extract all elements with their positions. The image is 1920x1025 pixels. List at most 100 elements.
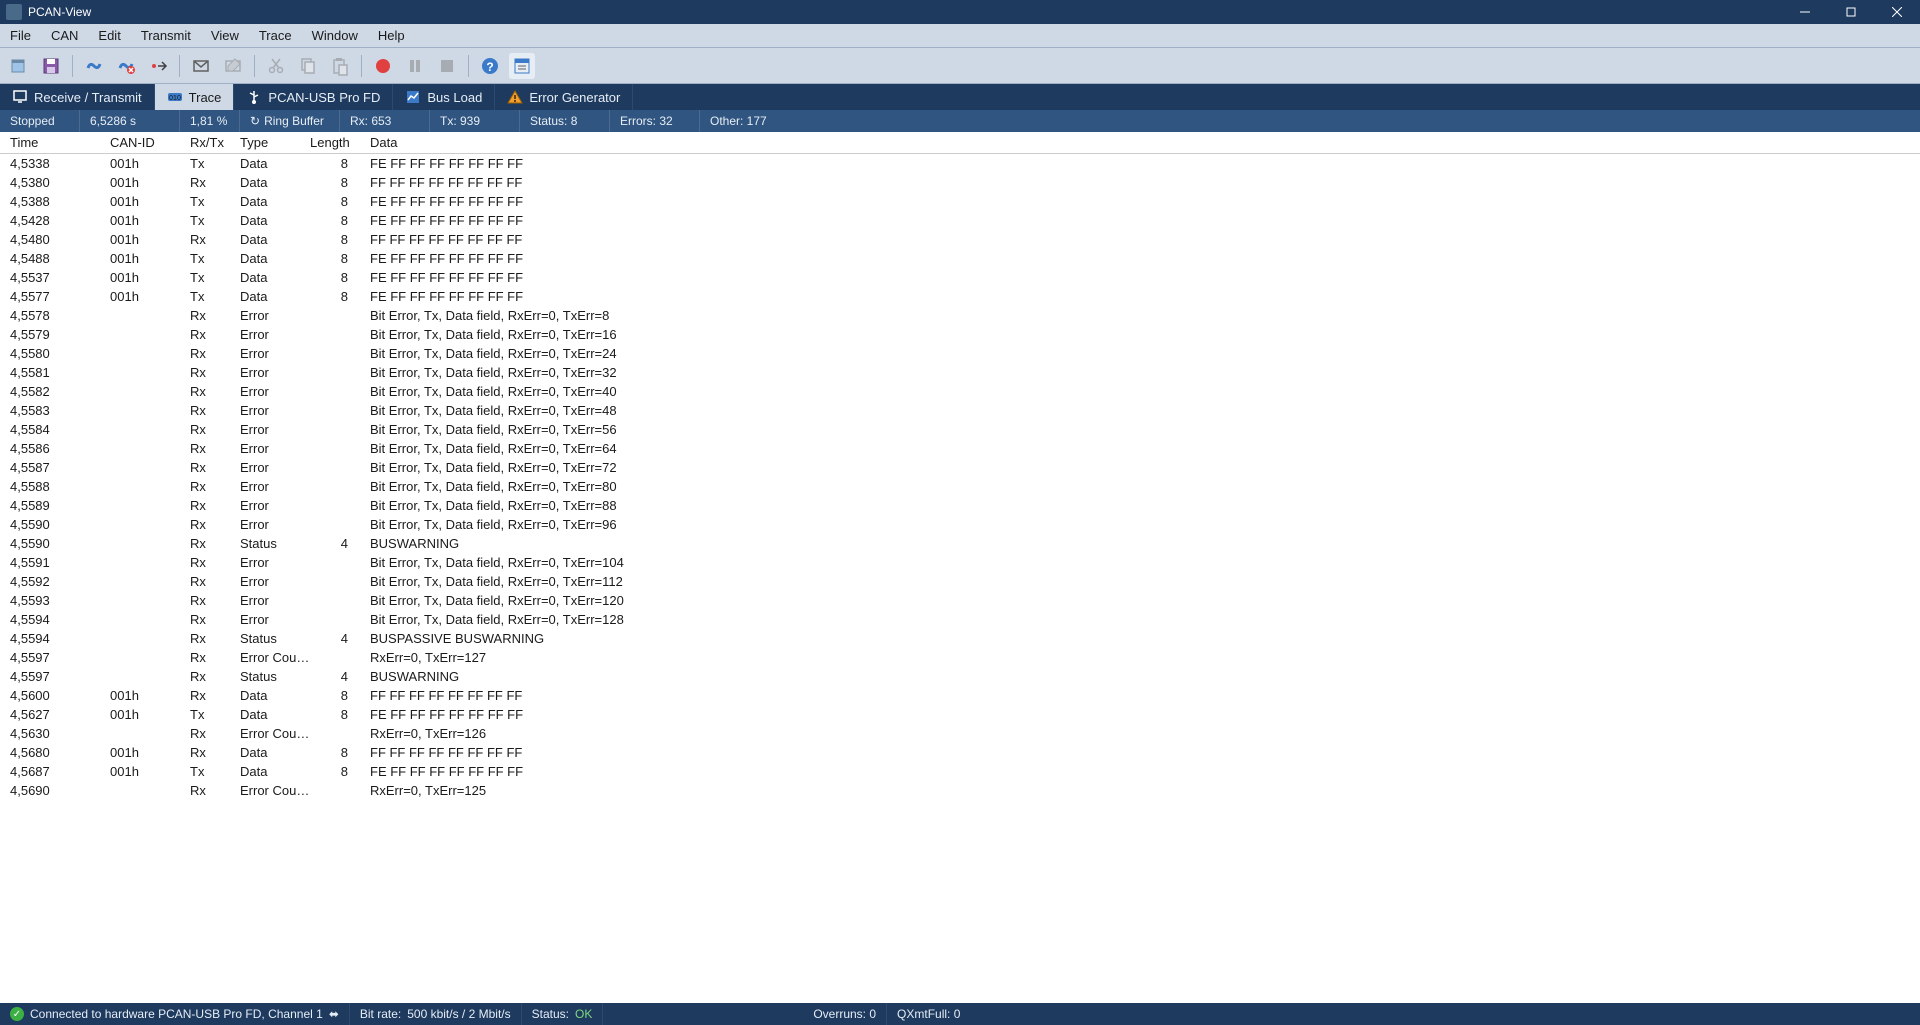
table-row[interactable]: 4,5588RxErrorBit Error, Tx, Data field, …	[0, 477, 1920, 496]
help-icon[interactable]: ?	[477, 53, 503, 79]
cell-rxtx: Tx	[180, 270, 230, 285]
col-rxtx[interactable]: Rx/Tx	[180, 135, 230, 150]
menu-transmit[interactable]: Transmit	[131, 24, 201, 47]
paste-icon[interactable]	[327, 53, 353, 79]
tab-bus-load[interactable]: Bus Load	[393, 84, 495, 110]
col-length[interactable]: Length	[310, 135, 360, 150]
edit-message-icon[interactable]	[220, 53, 246, 79]
cell-rxtx: Rx	[180, 536, 230, 551]
cell-type: Error	[230, 574, 310, 589]
menu-can[interactable]: CAN	[41, 24, 88, 47]
table-row[interactable]: 4,5577001hTxData8FE FF FF FF FF FF FF FF	[0, 287, 1920, 306]
cell-data: FE FF FF FF FF FF FF FF	[360, 194, 1920, 209]
table-row[interactable]: 4,5583RxErrorBit Error, Tx, Data field, …	[0, 401, 1920, 420]
tab-trace[interactable]: 010Trace	[155, 84, 235, 110]
cell-time: 4,5594	[0, 612, 100, 627]
table-row[interactable]: 4,5630RxError Coun…RxErr=0, TxErr=126	[0, 724, 1920, 743]
new-message-icon[interactable]	[188, 53, 214, 79]
cell-data: RxErr=0, TxErr=127	[360, 650, 1920, 665]
table-row[interactable]: 4,5589RxErrorBit Error, Tx, Data field, …	[0, 496, 1920, 515]
table-row[interactable]: 4,5488001hTxData8FE FF FF FF FF FF FF FF	[0, 249, 1920, 268]
close-button[interactable]	[1874, 0, 1920, 24]
table-row[interactable]: 4,5687001hTxData8FE FF FF FF FF FF FF FF	[0, 762, 1920, 781]
table-row[interactable]: 4,5582RxErrorBit Error, Tx, Data field, …	[0, 382, 1920, 401]
table-row[interactable]: 4,5591RxErrorBit Error, Tx, Data field, …	[0, 553, 1920, 572]
table-row[interactable]: 4,5537001hTxData8FE FF FF FF FF FF FF FF	[0, 268, 1920, 287]
overruns-status: Overruns: 0	[803, 1003, 887, 1025]
trace-state: Stopped	[0, 110, 80, 132]
pause-icon[interactable]	[402, 53, 428, 79]
table-row[interactable]: 4,5690RxError Coun…RxErr=0, TxErr=125	[0, 781, 1920, 800]
cell-time: 4,5690	[0, 783, 100, 798]
table-row[interactable]: 4,5578RxErrorBit Error, Tx, Data field, …	[0, 306, 1920, 325]
menu-help[interactable]: Help	[368, 24, 415, 47]
menu-trace[interactable]: Trace	[249, 24, 302, 47]
cell-type: Data	[230, 707, 310, 722]
table-row[interactable]: 4,5428001hTxData8FE FF FF FF FF FF FF FF	[0, 211, 1920, 230]
usb-icon: ⬌	[329, 1007, 339, 1021]
copy-icon[interactable]	[295, 53, 321, 79]
bitrate-status: Bit rate: 500 kbit/s / 2 Mbit/s	[350, 1003, 522, 1025]
col-data[interactable]: Data	[360, 135, 1920, 150]
table-row[interactable]: 4,5480001hRxData8FF FF FF FF FF FF FF FF	[0, 230, 1920, 249]
table-row[interactable]: 4,5380001hRxData8FF FF FF FF FF FF FF FF	[0, 173, 1920, 192]
tab-label: Receive / Transmit	[34, 90, 142, 105]
table-row[interactable]: 4,5594RxStatus4BUSPASSIVE BUSWARNING	[0, 629, 1920, 648]
table-row[interactable]: 4,5580RxErrorBit Error, Tx, Data field, …	[0, 344, 1920, 363]
table-row[interactable]: 4,5581RxErrorBit Error, Tx, Data field, …	[0, 363, 1920, 382]
table-row[interactable]: 4,5586RxErrorBit Error, Tx, Data field, …	[0, 439, 1920, 458]
col-canid[interactable]: CAN-ID	[100, 135, 180, 150]
table-row[interactable]: 4,5388001hTxData8FE FF FF FF FF FF FF FF	[0, 192, 1920, 211]
maximize-button[interactable]	[1828, 0, 1874, 24]
table-row[interactable]: 4,5597RxStatus4BUSWARNING	[0, 667, 1920, 686]
cell-data: Bit Error, Tx, Data field, RxErr=0, TxEr…	[360, 593, 1920, 608]
cell-data: Bit Error, Tx, Data field, RxErr=0, TxEr…	[360, 555, 1920, 570]
status-bar: Connected to hardware PCAN-USB Pro FD, C…	[0, 1003, 1920, 1025]
minimize-button[interactable]	[1782, 0, 1828, 24]
table-row[interactable]: 4,5593RxErrorBit Error, Tx, Data field, …	[0, 591, 1920, 610]
cell-type: Status	[230, 631, 310, 646]
record-icon[interactable]	[370, 53, 396, 79]
cell-data: FE FF FF FF FF FF FF FF	[360, 251, 1920, 266]
tab-pcan-usb-pro-fd[interactable]: PCAN-USB Pro FD	[234, 84, 393, 110]
stop-icon[interactable]	[434, 53, 460, 79]
table-row[interactable]: 4,5627001hTxData8FE FF FF FF FF FF FF FF	[0, 705, 1920, 724]
cell-type: Data	[230, 688, 310, 703]
cell-canid: 001h	[100, 707, 180, 722]
tab-receive-transmit[interactable]: Receive / Transmit	[0, 84, 155, 110]
cell-len: 8	[310, 270, 360, 285]
menu-edit[interactable]: Edit	[88, 24, 130, 47]
cell-type: Error	[230, 498, 310, 513]
cell-type: Status	[230, 669, 310, 684]
menu-window[interactable]: Window	[302, 24, 368, 47]
save-icon[interactable]	[38, 53, 64, 79]
table-row[interactable]: 4,5584RxErrorBit Error, Tx, Data field, …	[0, 420, 1920, 439]
cut-icon[interactable]	[263, 53, 289, 79]
table-row[interactable]: 4,5590RxStatus4BUSWARNING	[0, 534, 1920, 553]
reset-icon[interactable]	[145, 53, 171, 79]
cell-time: 4,5428	[0, 213, 100, 228]
cell-type: Error Coun…	[230, 650, 310, 665]
table-row[interactable]: 4,5600001hRxData8FF FF FF FF FF FF FF FF	[0, 686, 1920, 705]
table-body[interactable]: 4,5338001hTxData8FE FF FF FF FF FF FF FF…	[0, 154, 1920, 1003]
tab-error-generator[interactable]: Error Generator	[495, 84, 633, 110]
menu-file[interactable]: File	[0, 24, 41, 47]
col-time[interactable]: Time	[0, 135, 100, 150]
open-file-icon[interactable]	[6, 53, 32, 79]
cell-time: 4,5590	[0, 517, 100, 532]
table-row[interactable]: 4,5590RxErrorBit Error, Tx, Data field, …	[0, 515, 1920, 534]
table-row[interactable]: 4,5579RxErrorBit Error, Tx, Data field, …	[0, 325, 1920, 344]
disconnect-icon[interactable]	[113, 53, 139, 79]
table-row[interactable]: 4,5587RxErrorBit Error, Tx, Data field, …	[0, 458, 1920, 477]
menu-view[interactable]: View	[201, 24, 249, 47]
table-row[interactable]: 4,5680001hRxData8FF FF FF FF FF FF FF FF	[0, 743, 1920, 762]
col-type[interactable]: Type	[230, 135, 310, 150]
ring-buffer-toggle[interactable]: ↻ Ring Buffer	[240, 110, 340, 132]
table-row[interactable]: 4,5592RxErrorBit Error, Tx, Data field, …	[0, 572, 1920, 591]
table-row[interactable]: 4,5594RxErrorBit Error, Tx, Data field, …	[0, 610, 1920, 629]
settings-icon[interactable]	[509, 53, 535, 79]
cell-time: 4,5584	[0, 422, 100, 437]
connect-icon[interactable]	[81, 53, 107, 79]
table-row[interactable]: 4,5597RxError Coun…RxErr=0, TxErr=127	[0, 648, 1920, 667]
table-row[interactable]: 4,5338001hTxData8FE FF FF FF FF FF FF FF	[0, 154, 1920, 173]
